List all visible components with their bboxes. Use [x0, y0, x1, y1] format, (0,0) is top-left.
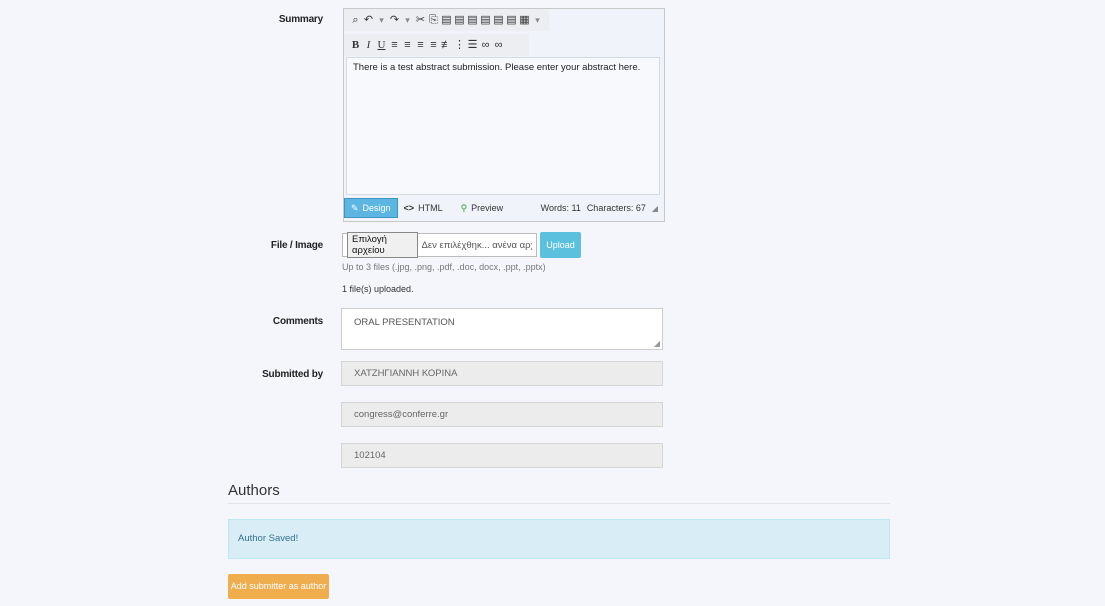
underline-button[interactable]: U: [376, 38, 387, 52]
editor-toolbar-row-1: ⌕ ↶ ▾ ↷ ▾ ✂ ⎘ ▤ ▤ ▤ ▤ ▤ ▤ ▦ ▾: [344, 9, 549, 31]
submitter-name: ΧΑΤΖΗΓΙΑΝΝΗ ΚΟΡΙΝΑ: [354, 368, 458, 379]
authors-heading: Authors: [228, 482, 280, 499]
align-justify-icon[interactable]: ≡: [428, 38, 439, 52]
resize-handle-icon[interactable]: ◢: [654, 339, 660, 348]
binoculars-icon[interactable]: ⌕: [350, 13, 361, 27]
comments-textarea[interactable]: ORAL PRESENTATION ◢: [341, 308, 663, 350]
submitter-email: congress@conferre.gr: [354, 409, 449, 420]
authors-divider: [228, 503, 890, 504]
submitter-id-field: 102104: [341, 443, 663, 468]
magnifier-icon: ⚲: [460, 202, 468, 213]
add-submitter-as-author-button[interactable]: Add submitter as author: [228, 574, 329, 599]
pencil-icon: ✎: [351, 202, 359, 213]
summary-label: Summary: [278, 14, 323, 25]
file-hint: Up to 3 files (.jpg, .png, .pdf, .doc, d…: [342, 262, 546, 272]
file-input[interactable]: Επιλογή αρχείου Δεν επιλέχθηκ... ανένα α…: [342, 232, 537, 258]
dropdown-caret-icon[interactable]: ▾: [532, 13, 543, 27]
align-center-icon[interactable]: ≡: [402, 38, 413, 52]
paste-format-icon[interactable]: ▤: [506, 13, 517, 27]
paste-html-icon[interactable]: ▤: [480, 13, 491, 27]
unordered-list-icon[interactable]: ☰: [467, 38, 478, 52]
html-mode-tab[interactable]: <> HTML: [398, 198, 449, 218]
character-count: Characters: 67: [586, 203, 646, 213]
italic-button[interactable]: I: [363, 38, 374, 52]
design-mode-label: Design: [362, 203, 391, 213]
align-right-icon[interactable]: ≡: [415, 38, 426, 52]
choose-file-button[interactable]: Επιλογή αρχείου: [347, 232, 418, 258]
unlink-icon[interactable]: ∞: [493, 38, 504, 52]
word-count: Words: 11: [540, 203, 581, 213]
file-image-label: File / Image: [270, 240, 323, 251]
paste-icon[interactable]: ▤: [441, 13, 452, 27]
bold-button[interactable]: B: [350, 38, 361, 52]
html-mode-label: HTML: [418, 203, 443, 213]
submitter-name-field: ΧΑΤΖΗΓΙΑΝΝΗ ΚΟΡΙΝΑ: [341, 361, 663, 386]
editor-mode-bar: ✎ Design <> HTML ⚲ Preview Words: 11 Cha…: [344, 197, 662, 219]
editor-counts: Words: 11 Characters: 67 ◢: [541, 203, 662, 213]
align-left-icon[interactable]: ≡: [389, 38, 400, 52]
submitter-email-field: congress@conferre.gr: [341, 402, 663, 427]
cut-icon[interactable]: ✂: [415, 13, 426, 27]
comments-label: Comments: [272, 316, 323, 327]
redo-icon[interactable]: ↷: [389, 13, 400, 27]
editor-text: There is a test abstract submission. Ple…: [353, 62, 641, 73]
ordered-list-icon[interactable]: ⋮: [454, 38, 465, 52]
author-saved-alert: Author Saved!: [228, 519, 890, 559]
rich-text-editor: ⌕ ↶ ▾ ↷ ▾ ✂ ⎘ ▤ ▤ ▤ ▤ ▤ ▤ ▦ ▾ B I U ≡ ≡ …: [343, 8, 665, 222]
table-icon[interactable]: ▦: [519, 13, 530, 27]
design-mode-tab[interactable]: ✎ Design: [344, 198, 398, 218]
dropdown-caret-icon[interactable]: ▾: [376, 13, 387, 27]
resize-handle-icon[interactable]: ◢: [652, 204, 658, 213]
editor-content-area[interactable]: There is a test abstract submission. Ple…: [346, 57, 660, 195]
paste-text-icon[interactable]: ▤: [454, 13, 465, 27]
dropdown-caret-icon[interactable]: ▾: [402, 13, 413, 27]
preview-mode-label: Preview: [471, 203, 504, 213]
undo-icon[interactable]: ↶: [363, 13, 374, 27]
code-icon: <>: [403, 203, 415, 213]
preview-mode-tab[interactable]: ⚲ Preview: [455, 198, 510, 218]
comments-value: ORAL PRESENTATION: [354, 317, 455, 328]
uploaded-count: 1 file(s) uploaded.: [342, 284, 414, 294]
submitted-by-label: Submitted by: [262, 369, 323, 380]
file-status-text: Δεν επιλέχθηκ... ανένα αρχείο.: [421, 239, 532, 251]
link-icon[interactable]: ∞: [480, 38, 491, 52]
clear-format-icon[interactable]: ≢: [441, 38, 452, 52]
submitter-id: 102104: [354, 450, 386, 461]
editor-toolbar-row-2: B I U ≡ ≡ ≡ ≡ ≢ ⋮ ☰ ∞ ∞: [344, 34, 529, 56]
upload-button[interactable]: Upload: [540, 232, 581, 258]
paste-word-icon[interactable]: ▤: [467, 13, 478, 27]
copy-icon[interactable]: ⎘: [428, 13, 439, 27]
alert-text: Author Saved!: [238, 533, 299, 544]
paste-clean-icon[interactable]: ▤: [493, 13, 504, 27]
